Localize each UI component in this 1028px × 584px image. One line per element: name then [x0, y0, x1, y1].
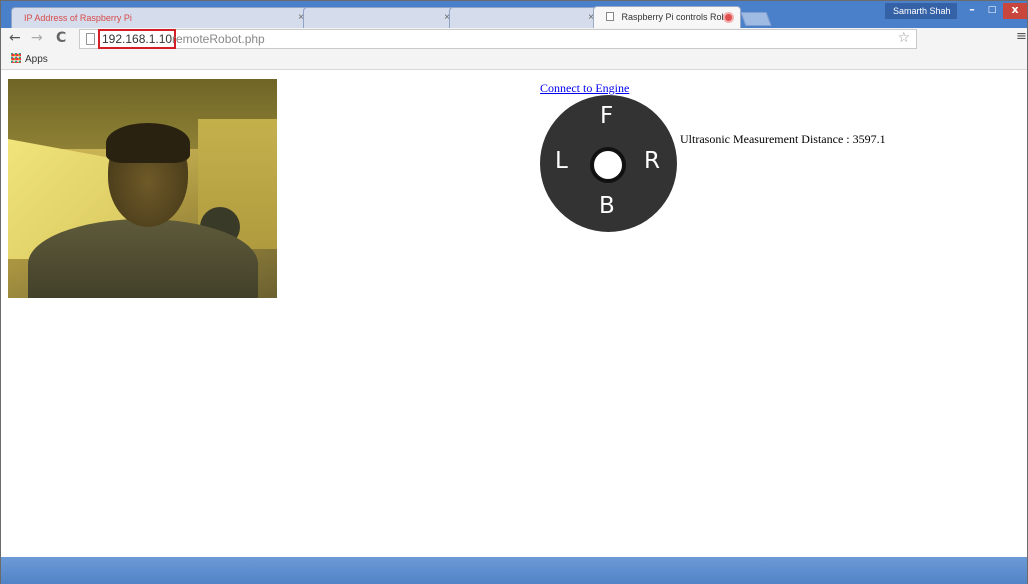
page-favicon-icon [606, 12, 614, 21]
camera-feed [8, 79, 277, 298]
tab-remote-robot[interactable]: Raspberry Pi controls Rob [593, 6, 741, 29]
reload-icon[interactable]: C [56, 30, 66, 46]
address-bar[interactable]: 192.168.1.10 remoteRobot.php ☆ [79, 29, 917, 49]
apps-label: Apps [25, 54, 48, 65]
new-tab-button[interactable] [740, 12, 772, 26]
back-label[interactable]: B [599, 193, 615, 219]
apps-grid-icon [11, 53, 21, 63]
user-profile-badge[interactable]: Samarth Shah [885, 3, 957, 19]
back-arrow-icon[interactable]: ← [9, 30, 21, 46]
maximize-button[interactable]: □ [983, 3, 1001, 19]
browser-window: IP Address of Raspberry Pi × × × Raspber… [0, 0, 1028, 584]
recording-icon [723, 12, 734, 23]
tab-blank-1[interactable]: × [303, 7, 457, 28]
left-label[interactable]: L [555, 148, 568, 174]
tab-blank-2[interactable]: × [449, 7, 601, 28]
forward-label[interactable]: F [600, 103, 613, 129]
tab-ip-address[interactable]: IP Address of Raspberry Pi × [11, 7, 311, 28]
tab-label: Raspberry Pi controls Rob [621, 12, 727, 22]
url-host[interactable]: 192.168.1.10 [98, 29, 177, 49]
page-content: Connect to Engine F L R B Ultrasonic Mea… [1, 71, 1027, 557]
url-path[interactable]: remoteRobot.php [172, 32, 265, 47]
right-label[interactable]: R [644, 148, 660, 174]
browser-toolbar: ← → C 192.168.1.10 remoteRobot.php ☆ ≡ [1, 28, 1027, 50]
joystick-knob[interactable] [590, 147, 626, 183]
ultrasonic-distance-readout: Ultrasonic Measurement Distance : 3597.1 [680, 132, 886, 146]
taskbar [1, 557, 1027, 584]
bookmark-star-icon[interactable]: ☆ [897, 30, 910, 46]
connect-to-engine-link[interactable]: Connect to Engine [540, 81, 629, 96]
tab-label: IP Address of Raspberry Pi [24, 13, 132, 23]
apps-shortcut[interactable]: Apps [11, 53, 48, 65]
bookmarks-bar: Apps [1, 50, 1027, 70]
browser-menu-icon[interactable]: ≡ [1016, 29, 1027, 44]
title-bar: IP Address of Raspberry Pi × × × Raspber… [1, 1, 1027, 29]
close-window-button[interactable]: x [1003, 3, 1027, 19]
forward-arrow-icon[interactable]: → [31, 30, 43, 46]
direction-joystick[interactable]: F L R B [540, 95, 677, 232]
page-icon [86, 33, 95, 45]
minimize-button[interactable]: – [963, 3, 981, 19]
